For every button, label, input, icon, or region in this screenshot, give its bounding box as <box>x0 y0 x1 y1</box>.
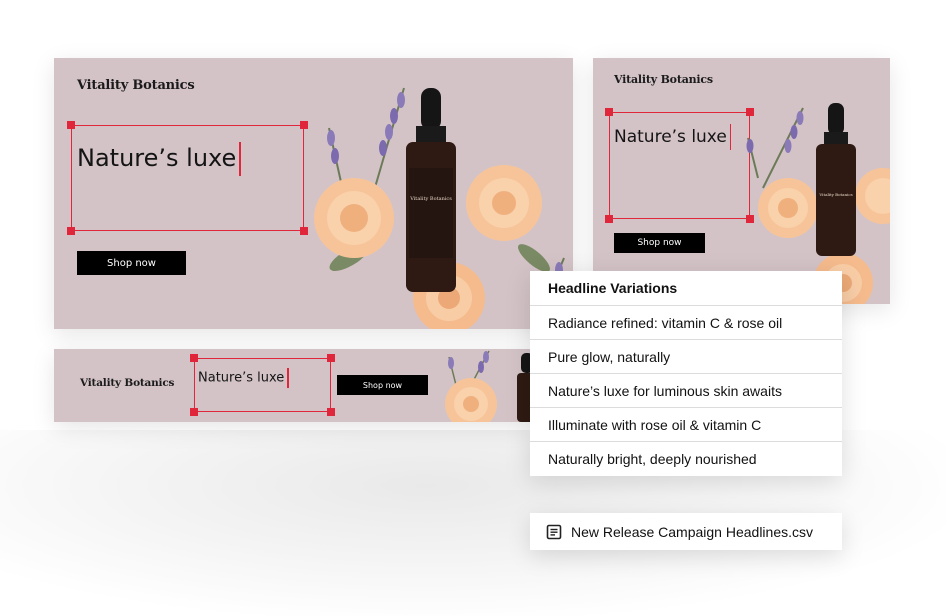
resize-handle-top-left[interactable] <box>67 121 75 129</box>
resize-handle-top-right[interactable] <box>327 354 335 362</box>
text-caret <box>239 142 241 176</box>
resize-handle-bottom-left[interactable] <box>605 215 613 223</box>
resize-handle-top-right[interactable] <box>300 121 308 129</box>
shop-now-button[interactable]: Shop now <box>614 233 705 253</box>
rose-icon <box>855 168 890 224</box>
rose-icon <box>758 178 818 238</box>
resize-handle-bottom-right[interactable] <box>327 408 335 416</box>
headline-text-content: Nature’s luxe <box>614 127 727 147</box>
shop-now-button[interactable]: Shop now <box>337 375 428 395</box>
headline-variation-item[interactable]: Illuminate with rose oil & vitamin C <box>530 408 842 442</box>
headline-variations-panel: Headline Variations Radiance refined: vi… <box>530 271 842 476</box>
headline-text-content: Nature’s luxe <box>198 370 285 386</box>
brand-name: Vitality Botanics <box>77 78 195 93</box>
resize-handle-top-left[interactable] <box>605 108 613 116</box>
brand-name: Vitality Botanics <box>614 73 713 86</box>
resize-handle-bottom-left[interactable] <box>190 408 198 416</box>
headline-variation-item[interactable]: Naturally bright, deeply nourished <box>530 442 842 476</box>
headline-text-content: Nature’s luxe <box>77 144 237 172</box>
csv-file-chip[interactable]: New Release Campaign Headlines.csv <box>530 513 842 550</box>
headline-text[interactable]: Nature’s luxe <box>77 142 241 176</box>
headline-variation-item[interactable]: Nature’s luxe for luminous skin awaits <box>530 374 842 408</box>
file-name: New Release Campaign Headlines.csv <box>571 523 814 540</box>
headline-text[interactable]: Nature’s luxe <box>614 124 732 150</box>
dropper-bottle-icon <box>517 353 531 422</box>
rose-icon <box>466 165 542 241</box>
resize-handle-bottom-right[interactable] <box>300 227 308 235</box>
dropper-bottle-icon <box>406 88 456 292</box>
text-caret <box>287 368 289 388</box>
dropper-bottle-icon <box>816 103 856 256</box>
product-art: Vitality Botanics <box>746 103 890 304</box>
banner-leaderboard[interactable]: Vitality Botanics Nature’s luxe Shop now <box>54 349 531 422</box>
headline-variation-item[interactable]: Pure glow, naturally <box>530 340 842 374</box>
resize-handle-top-left[interactable] <box>190 354 198 362</box>
document-icon <box>546 524 562 539</box>
headline-variation-item[interactable]: Radiance refined: vitamin C & rose oil <box>530 306 842 340</box>
bottle-label: Vitality Botanics <box>409 196 452 202</box>
banner-large[interactable]: Vitality Botanics Nature’s luxe Shop now <box>54 58 573 329</box>
brand-name: Vitality Botanics <box>80 377 175 389</box>
headline-text[interactable]: Nature’s luxe <box>198 368 289 388</box>
panel-title: Headline Variations <box>530 271 842 306</box>
rose-icon <box>314 178 394 258</box>
headline-selection-box[interactable] <box>67 121 308 235</box>
text-caret <box>729 124 732 150</box>
resize-handle-bottom-left[interactable] <box>67 227 75 235</box>
product-art <box>445 350 531 422</box>
banner-medium[interactable]: Vitality Botanics Nature’s luxe Shop now <box>593 58 890 304</box>
bottle-label: Vitality Botanics <box>818 192 852 197</box>
shop-now-button[interactable]: Shop now <box>77 251 186 275</box>
rose-icon <box>445 378 497 422</box>
lavender-sprig-icon <box>746 107 804 189</box>
